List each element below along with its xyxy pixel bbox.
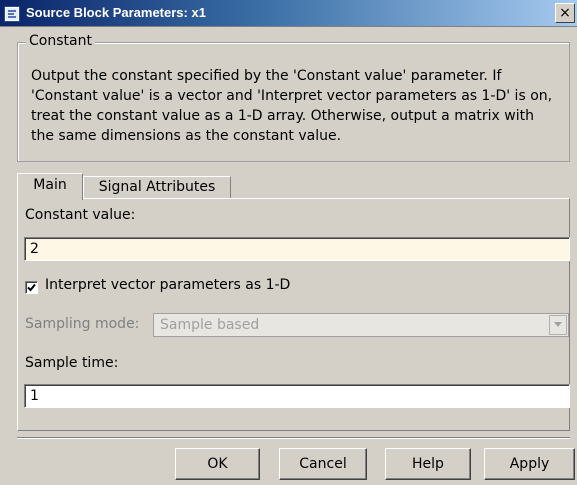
sampling-mode-select: Sample based [153,313,569,337]
simulink-block-icon [4,6,20,22]
constant-value-input[interactable]: 2 [24,237,570,261]
ok-button[interactable]: OK [175,448,260,480]
sample-time-input[interactable]: 1 [24,384,570,408]
chevron-down-icon [554,322,562,327]
cancel-button[interactable]: Cancel [279,448,367,480]
window-title: Source Block Parameters: x1 [26,5,206,20]
block-description: Output the constant specified by the 'Co… [31,68,553,144]
interpret-vector-checkbox[interactable] [25,281,38,294]
group-title: Constant [26,33,95,49]
sample-time-label: Sample time: [25,355,119,371]
constant-value-label: Constant value: [25,207,136,223]
checkmark-icon [27,283,36,292]
tab-main[interactable]: Main [17,173,83,200]
close-button[interactable]: × [555,3,575,23]
help-button[interactable]: Help [385,448,471,480]
title-bar[interactable]: Source Block Parameters: x1 × [0,0,577,27]
sampling-mode-label: Sampling mode: [25,316,140,332]
button-separator [17,437,570,439]
sampling-mode-value: Sample based [160,317,260,333]
dropdown-button [549,315,567,335]
apply-button[interactable]: Apply [484,448,575,480]
constant-groupbox: Constant Output the constant specified b… [17,33,570,162]
tab-signal-attributes[interactable]: Signal Attributes [83,176,231,199]
interpret-vector-label: Interpret vector parameters as 1-D [45,277,291,293]
